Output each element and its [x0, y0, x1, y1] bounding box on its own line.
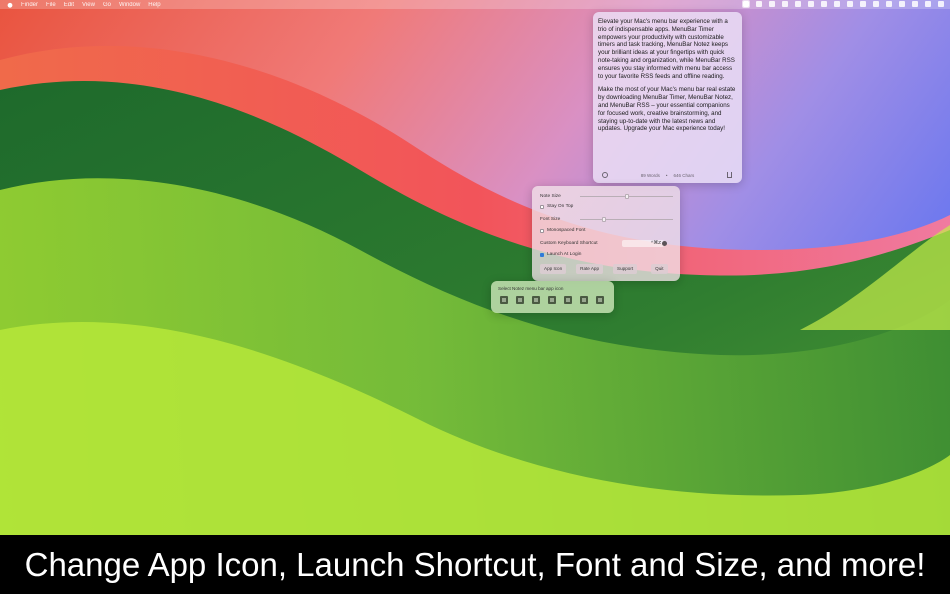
status-icon[interactable] — [899, 1, 905, 7]
status-area — [742, 0, 944, 8]
status-icon[interactable] — [912, 1, 918, 7]
icon-picker-popover: Select Notez menu bar app icon — [491, 281, 614, 313]
font-size-label: Font Size — [540, 217, 561, 222]
status-icon[interactable] — [808, 1, 814, 7]
settings-buttons: App Icon Rate App Support Quit — [540, 264, 668, 274]
monospaced-checkbox[interactable]: Monospaced Font — [540, 228, 585, 233]
notez-menubar-icon[interactable] — [742, 0, 750, 8]
share-icon[interactable] — [727, 172, 732, 178]
note-popover: Elevate your Mac's menu bar experience w… — [593, 12, 742, 183]
shortcut-recorder[interactable]: ^⌘Z — [622, 240, 664, 247]
menu-go[interactable]: Go — [103, 2, 111, 8]
menu-finder[interactable]: Finder — [21, 2, 38, 8]
icon-options — [500, 296, 604, 304]
menu-bar: Finder File Edit View Go Window Help — [0, 0, 950, 9]
checkbox-label: Stay On Top — [547, 204, 574, 209]
clipboard-icon[interactable] — [564, 296, 572, 304]
menu-help[interactable]: Help — [148, 2, 160, 8]
note-footer: 89 Words • 646 Chars — [593, 167, 742, 183]
icon-picker-title: Select Notez menu bar app icon — [498, 286, 564, 291]
app-icon-button[interactable]: App Icon — [540, 264, 567, 274]
menu-edit[interactable]: Edit — [64, 2, 74, 8]
note-paragraph: Make the most of your Mac's menu bar rea… — [598, 86, 736, 133]
word-count: 89 Words — [640, 172, 660, 178]
note-editor[interactable]: Elevate your Mac's menu bar experience w… — [598, 18, 736, 139]
shortcut-label: Custom Keyboard Shortcut — [540, 241, 598, 246]
status-icon[interactable] — [873, 1, 879, 7]
stats-separator: • — [665, 172, 668, 178]
status-icon[interactable] — [860, 1, 866, 7]
note-stats: 89 Words • 646 Chars — [641, 173, 695, 178]
gear-icon[interactable] — [602, 172, 608, 178]
document-icon[interactable] — [596, 296, 604, 304]
stay-on-top-checkbox[interactable]: Stay On Top — [540, 204, 573, 209]
book-icon[interactable] — [516, 296, 524, 304]
checkbox-box[interactable] — [540, 204, 544, 209]
note-size-slider[interactable] — [580, 194, 673, 199]
status-icon[interactable] — [782, 1, 788, 7]
status-icon[interactable] — [834, 1, 840, 7]
status-icon[interactable] — [847, 1, 853, 7]
wallpaper-art — [0, 0, 950, 535]
support-button[interactable]: Support — [613, 264, 638, 274]
checkbox-label: Launch At Login — [547, 252, 582, 257]
status-icon[interactable] — [938, 1, 944, 7]
note-paragraph: Elevate your Mac's menu bar experience w… — [598, 18, 735, 80]
menu-file[interactable]: File — [46, 2, 56, 8]
settings-popover: Note Size Stay On Top Font Size Monospac… — [532, 186, 680, 281]
checkbox-label: Monospaced Font — [547, 228, 586, 233]
status-icon[interactable] — [886, 1, 892, 7]
slider-knob[interactable] — [624, 194, 629, 199]
launch-login-checkbox[interactable]: Launch At Login — [540, 252, 581, 257]
font-size-slider[interactable] — [580, 217, 673, 222]
slider-knob[interactable] — [602, 217, 607, 222]
notebook-icon[interactable] — [500, 296, 508, 304]
menu-view[interactable]: View — [82, 2, 95, 8]
status-icon[interactable] — [756, 1, 762, 7]
status-icon[interactable] — [769, 1, 775, 7]
checkbox-box[interactable] — [540, 228, 544, 233]
caption-text: Change App Icon, Launch Shortcut, Font a… — [24, 545, 926, 583]
status-icon[interactable] — [795, 1, 801, 7]
clear-shortcut-icon[interactable] — [662, 241, 667, 246]
compose-icon[interactable] — [580, 296, 588, 304]
binder-icon[interactable] — [532, 296, 540, 304]
char-count: 646 Chars — [673, 172, 695, 178]
quit-button[interactable]: Quit — [651, 264, 668, 274]
note-size-label: Note Size — [540, 194, 561, 199]
menu-window[interactable]: Window — [119, 2, 140, 8]
promo-caption: Change App Icon, Launch Shortcut, Font a… — [0, 535, 950, 594]
rate-app-button[interactable]: Rate App — [576, 264, 604, 274]
checkbox-box[interactable] — [540, 252, 544, 257]
apple-icon[interactable] — [7, 2, 13, 8]
calendar-icon[interactable] — [548, 296, 556, 304]
desktop-wallpaper: Finder File Edit View Go Window Help Ele… — [0, 0, 950, 535]
status-icon[interactable] — [925, 1, 931, 7]
status-icon[interactable] — [821, 1, 827, 7]
